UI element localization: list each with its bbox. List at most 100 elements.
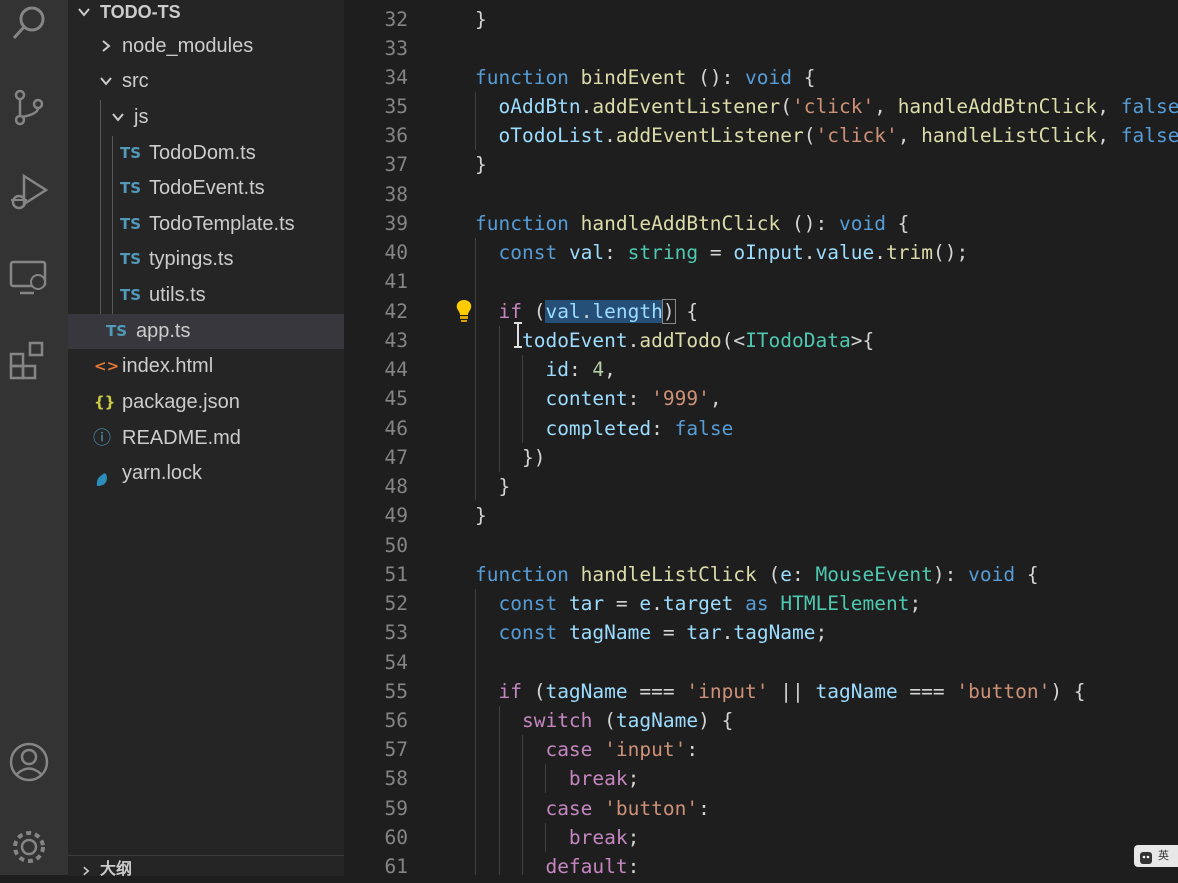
explorer-root[interactable]: TODO-TS bbox=[68, 0, 344, 30]
line-number: 39 bbox=[384, 212, 408, 235]
line-number: 42 bbox=[384, 300, 408, 323]
code-line: 39 function handleAddBtnClick (): void { bbox=[344, 209, 1178, 238]
explorer-root-title: TODO-TS bbox=[100, 2, 181, 22]
line-number: 44 bbox=[384, 358, 408, 381]
info-icon: ⓘ bbox=[93, 428, 111, 449]
code-line: 48 } bbox=[344, 472, 1178, 501]
code-line: 40 const val: string = oInput.value.trim… bbox=[344, 238, 1178, 267]
line-number: 48 bbox=[384, 475, 408, 498]
typescript-file-icon: TS bbox=[120, 286, 142, 304]
lightbulb-icon[interactable] bbox=[454, 298, 474, 324]
line-number: 52 bbox=[384, 592, 408, 615]
line-number: 61 bbox=[384, 855, 408, 878]
settings-gear-icon[interactable] bbox=[8, 826, 50, 868]
tree-item-package-json[interactable]: {} package.json bbox=[68, 385, 344, 420]
code-line: 61 default: bbox=[344, 852, 1178, 881]
code-line: 38 bbox=[344, 180, 1178, 209]
tree-item-index-html[interactable]: <> index.html bbox=[68, 349, 344, 384]
remote-explorer-icon[interactable] bbox=[8, 256, 50, 298]
search-icon[interactable] bbox=[8, 2, 50, 44]
code-line: 57 case 'input': bbox=[344, 735, 1178, 764]
line-number: 34 bbox=[384, 66, 408, 89]
tree-item-label: js bbox=[134, 106, 149, 128]
tree-item-label: index.html bbox=[122, 355, 214, 377]
line-number: 51 bbox=[384, 563, 408, 586]
line-number: 36 bbox=[384, 124, 408, 147]
json-file-icon: {} bbox=[94, 393, 116, 411]
tree-item-label: typings.ts bbox=[149, 248, 234, 270]
code-line: 41 bbox=[344, 267, 1178, 296]
code-editor[interactable]: 32} 33 34 function bindEvent (): void { 3… bbox=[344, 0, 1178, 878]
line-number: 38 bbox=[384, 183, 408, 206]
input-method-icon bbox=[1140, 850, 1152, 864]
code-text: function bindEvent (): void { bbox=[475, 66, 816, 89]
code-line: 55 if (tagName === 'input' || tagName ==… bbox=[344, 677, 1178, 706]
line-number: 55 bbox=[384, 680, 408, 703]
code-text: const val: string = oInput.value.trim(); bbox=[498, 241, 969, 264]
code-text: } bbox=[475, 504, 487, 527]
line-number: 45 bbox=[384, 387, 408, 410]
html-file-icon: <> bbox=[94, 357, 120, 375]
tree-item-label: node_modules bbox=[122, 35, 254, 57]
code-text: id: 4, bbox=[545, 358, 616, 381]
code-line: 34 function bindEvent (): void { bbox=[344, 63, 1178, 92]
tree-item-src[interactable]: src bbox=[68, 64, 344, 99]
line-number: 54 bbox=[384, 651, 408, 674]
code-text: default: bbox=[545, 855, 640, 878]
code-line: 50 bbox=[344, 531, 1178, 560]
tree-item-label: TodoEvent.ts bbox=[149, 177, 265, 199]
tree-item-label: README.md bbox=[122, 427, 241, 449]
code-text: break; bbox=[568, 826, 640, 849]
tree-item-label: yarn.lock bbox=[122, 462, 203, 484]
code-text: completed: false bbox=[545, 417, 734, 440]
line-number: 50 bbox=[384, 534, 408, 557]
tree-item-utils[interactable]: TS utils.ts bbox=[68, 278, 344, 313]
line-number: 58 bbox=[384, 767, 408, 790]
code-line: 56 switch (tagName) { bbox=[344, 706, 1178, 735]
tree-item-js[interactable]: js bbox=[68, 100, 344, 135]
line-number: 37 bbox=[384, 153, 408, 176]
input-method-label: 英 bbox=[1158, 849, 1169, 862]
line-number: 57 bbox=[384, 738, 408, 761]
line-number: 46 bbox=[384, 417, 408, 440]
code-line: 59 case 'button': bbox=[344, 794, 1178, 823]
tree-item-node-modules[interactable]: node_modules bbox=[68, 29, 344, 64]
code-text: break; bbox=[568, 767, 640, 790]
line-number: 60 bbox=[384, 826, 408, 849]
code-line: 52 const tar = e.target as HTMLElement; bbox=[344, 589, 1178, 618]
tree-item-tododom[interactable]: TS TodoDom.ts bbox=[68, 136, 344, 171]
tree-item-label: package.json bbox=[122, 391, 240, 413]
tree-item-readme[interactable]: ⓘ README.md bbox=[68, 421, 344, 456]
account-icon[interactable] bbox=[8, 741, 50, 783]
code-line: 58 break; bbox=[344, 764, 1178, 793]
source-control-icon[interactable] bbox=[8, 86, 50, 128]
tree-item-typings[interactable]: TS typings.ts bbox=[68, 242, 344, 277]
code-text: if (tagName === 'input' || tagName === '… bbox=[498, 680, 1086, 703]
code-text: if (val.length) { bbox=[498, 299, 699, 324]
code-text: content: '999', bbox=[545, 387, 722, 410]
code-text: function handleAddBtnClick (): void { bbox=[475, 212, 910, 235]
tree-item-yarn-lock[interactable]: yarn.lock bbox=[68, 456, 344, 491]
tree-item-label: TodoTemplate.ts bbox=[149, 213, 295, 235]
tree-item-label: utils.ts bbox=[149, 284, 206, 306]
tree-item-app[interactable]: TS app.ts bbox=[68, 314, 344, 349]
outline-section-header[interactable]: 大纲 bbox=[68, 855, 344, 878]
tree-item-label: app.ts bbox=[136, 320, 191, 342]
line-number: 32 bbox=[384, 8, 408, 31]
input-method-widget[interactable]: 英 bbox=[1134, 845, 1178, 867]
extensions-icon[interactable] bbox=[8, 340, 50, 382]
typescript-file-icon: TS bbox=[106, 322, 128, 340]
code-text: } bbox=[475, 475, 511, 498]
line-number: 40 bbox=[384, 241, 408, 264]
text-cursor-icon bbox=[513, 322, 523, 348]
chevron-down-icon bbox=[110, 100, 128, 135]
code-line: 46 completed: false bbox=[344, 414, 1178, 443]
run-debug-icon[interactable] bbox=[8, 170, 50, 212]
code-text: } bbox=[475, 153, 487, 176]
code-line: 44 id: 4, bbox=[344, 355, 1178, 384]
code-line: 53 const tagName = tar.tagName; bbox=[344, 618, 1178, 647]
tree-item-todoevent[interactable]: TS TodoEvent.ts bbox=[68, 171, 344, 206]
typescript-file-icon: TS bbox=[120, 179, 142, 197]
typescript-file-icon: TS bbox=[120, 215, 142, 233]
tree-item-todotemplate[interactable]: TS TodoTemplate.ts bbox=[68, 207, 344, 242]
